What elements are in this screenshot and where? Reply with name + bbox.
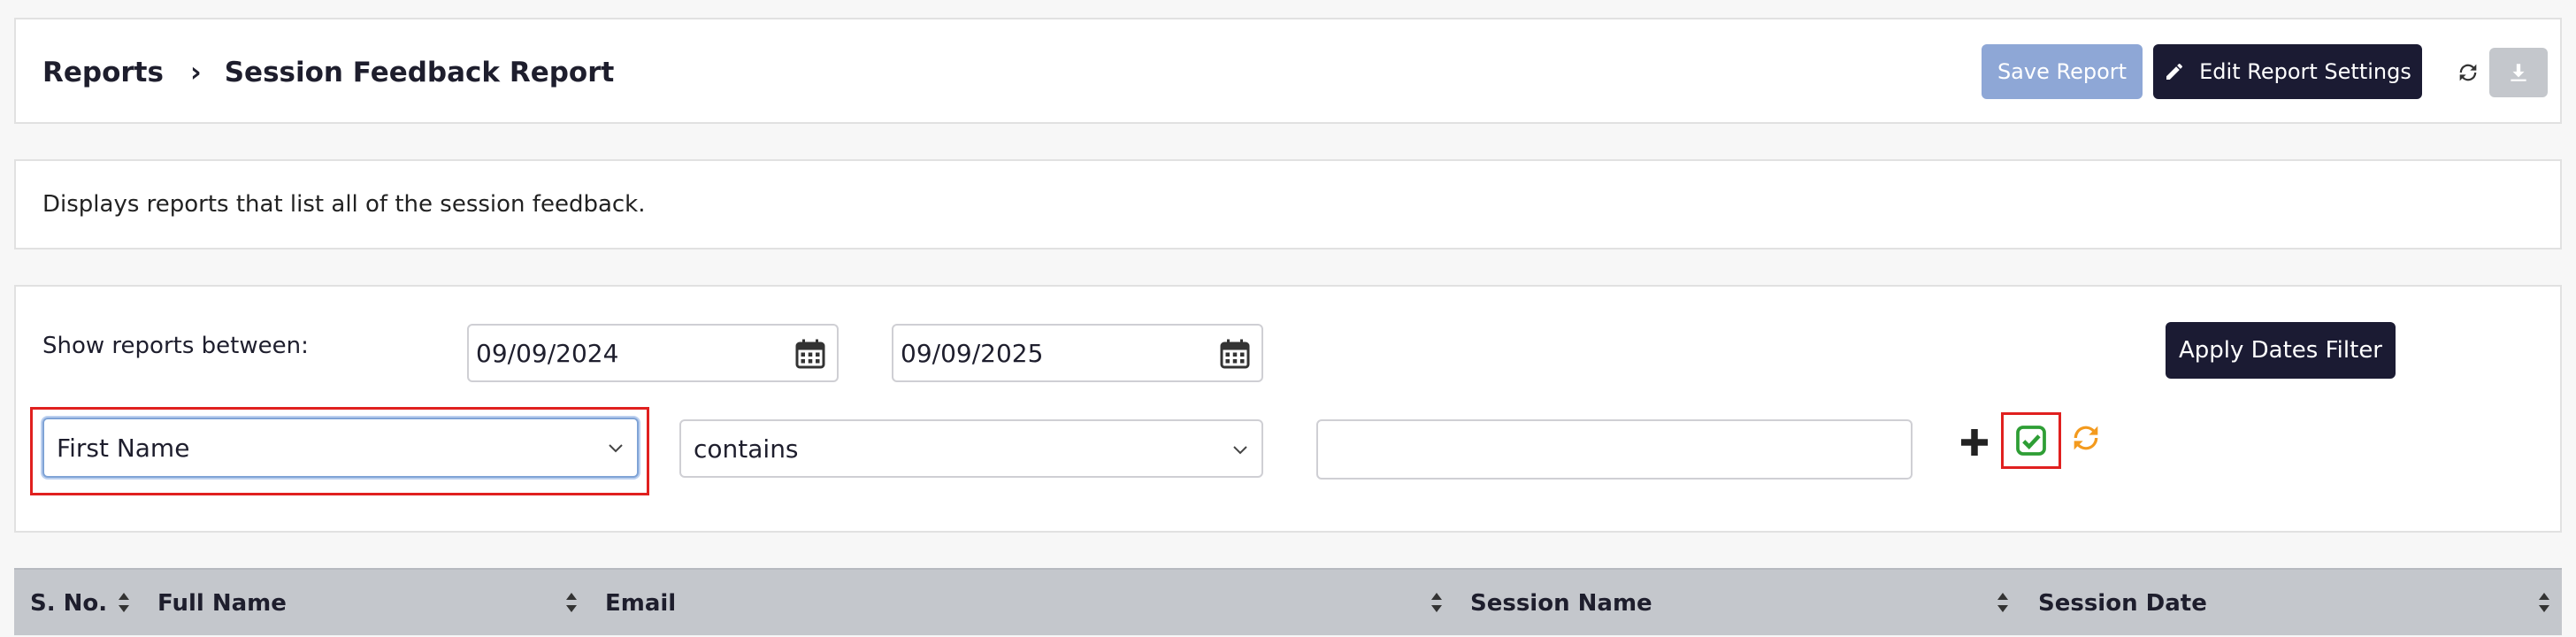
date-to-value: 09/09/2025 [901, 338, 1044, 368]
chevron-down-icon [1233, 446, 1247, 455]
save-report-button[interactable]: Save Report [1982, 44, 2143, 99]
reset-icon[interactable] [2068, 419, 2104, 457]
sort-icon[interactable] [2537, 591, 2551, 614]
column-header-label: Email [605, 590, 677, 617]
column-header-session-name[interactable]: Session Name [1470, 570, 1652, 637]
date-from-value: 09/09/2024 [476, 338, 619, 368]
edit-report-settings-button[interactable]: Edit Report Settings [2153, 44, 2422, 99]
save-report-label: Save Report [1997, 59, 2128, 84]
breadcrumb-reports-link[interactable]: Reports [42, 57, 164, 88]
column-header-label: Full Name [157, 590, 287, 617]
date-range-label: Show reports between: [42, 333, 309, 359]
column-header-label: Session Name [1470, 590, 1652, 617]
page-title: Session Feedback Report [224, 57, 615, 88]
apply-dates-filter-label: Apply Dates Filter [2178, 337, 2382, 364]
operator-select-value: contains [694, 434, 799, 464]
breadcrumb: Reports › Session Feedback Report [42, 55, 614, 90]
breadcrumb-separator: › [189, 57, 202, 88]
sort-icon[interactable] [1996, 591, 2010, 614]
sort-icon[interactable] [564, 591, 579, 614]
calendar-icon[interactable] [1219, 338, 1251, 370]
sort-icon[interactable] [1430, 591, 1444, 614]
apply-filter-button[interactable] [2001, 412, 2061, 469]
filter-value-input[interactable] [1316, 419, 1913, 480]
pencil-icon [2166, 63, 2183, 80]
plus-icon[interactable] [1959, 426, 1990, 458]
download-button[interactable] [2489, 48, 2548, 97]
field-select[interactable]: First Name [42, 418, 639, 478]
operator-select[interactable]: contains [679, 419, 1263, 478]
column-header-full-name[interactable]: Full Name [157, 570, 287, 637]
column-header-session-date[interactable]: Session Date [2038, 570, 2207, 637]
filter-panel: Show reports between: 09/09/2024 09/09/2… [14, 285, 2562, 533]
download-icon [2511, 64, 2526, 81]
field-select-value: First Name [57, 433, 190, 463]
sort-icon[interactable] [117, 591, 131, 614]
date-from-input[interactable]: 09/09/2024 [467, 324, 839, 382]
column-header-sno[interactable]: S. No. [30, 570, 107, 637]
calendar-icon[interactable] [794, 338, 826, 370]
date-to-input[interactable]: 09/09/2025 [892, 324, 1263, 382]
table-header: S. No. Full Name Email Session Name Sess… [14, 568, 2562, 635]
report-header: Reports › Session Feedback Report Save R… [14, 18, 2562, 124]
report-description-panel: Displays reports that list all of the se… [14, 159, 2562, 249]
apply-dates-filter-button[interactable]: Apply Dates Filter [2166, 322, 2396, 379]
edit-report-settings-label: Edit Report Settings [2199, 59, 2411, 84]
report-description: Displays reports that list all of the se… [42, 191, 646, 218]
column-header-label: Session Date [2038, 590, 2207, 617]
column-header-label: S. No. [30, 590, 108, 617]
check-square-icon [2016, 426, 2046, 456]
chevron-down-icon [609, 444, 623, 453]
refresh-icon[interactable] [2454, 55, 2482, 90]
column-header-email[interactable]: Email [605, 570, 676, 637]
